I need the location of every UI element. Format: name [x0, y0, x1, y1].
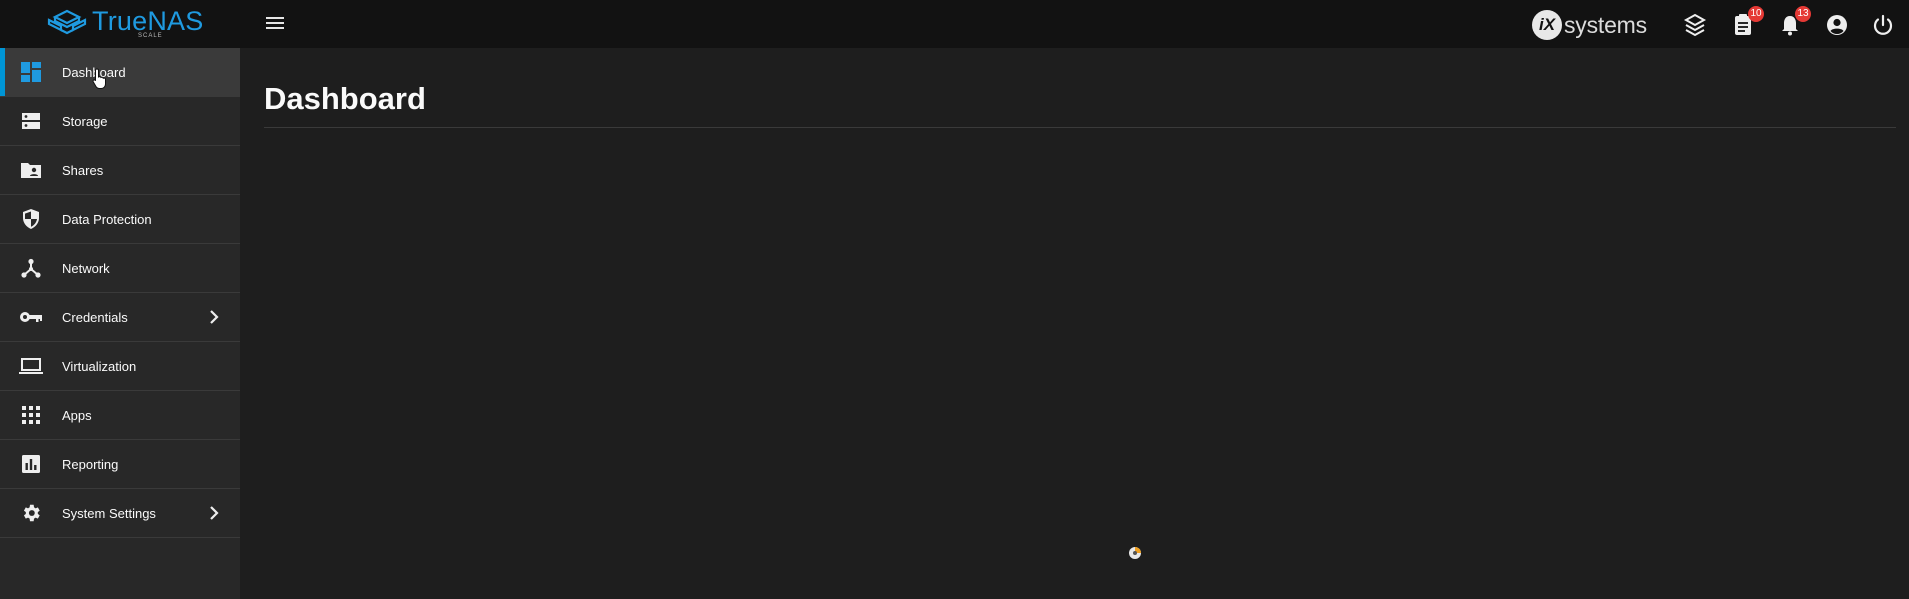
laptop-icon — [19, 354, 43, 378]
sidebar-item-virtualization[interactable]: Virtualization — [0, 342, 240, 391]
ix-logo-mark: iX — [1532, 10, 1562, 40]
key-icon — [19, 305, 43, 329]
shield-icon — [19, 207, 43, 231]
sidebar-item-label: Credentials — [62, 309, 128, 325]
ix-logo-text: systems — [1564, 11, 1647, 38]
sidebar-nav: Dashboard Storage Shares Data Protection… — [0, 48, 240, 599]
apps-grid-icon — [19, 403, 43, 427]
sidebar-item-reporting[interactable]: Reporting — [0, 440, 240, 489]
sidebar-item-label: Shares — [62, 162, 104, 178]
sidebar-item-credentials[interactable]: Credentials — [0, 293, 240, 342]
task-count-badge: 10 — [1748, 6, 1764, 22]
alert-count-badge: 13 — [1795, 6, 1811, 22]
loading-indicator-icon — [1129, 547, 1141, 559]
sidebar-item-apps[interactable]: Apps — [0, 391, 240, 440]
mouse-cursor-icon — [92, 68, 106, 89]
ixsystems-logo[interactable]: iX systems — [1532, 10, 1647, 40]
sidebar-item-label: Network — [62, 260, 110, 276]
account-icon[interactable] — [1824, 12, 1850, 38]
power-icon[interactable] — [1870, 12, 1896, 38]
sidebar-item-system-settings[interactable]: System Settings — [0, 489, 240, 538]
sidebar-item-label: Storage — [62, 113, 108, 129]
alerts-bell-icon[interactable]: 13 — [1777, 6, 1811, 38]
shares-folder-icon — [19, 158, 43, 182]
sidebar-item-label: System Settings — [62, 505, 156, 521]
dashboard-icon — [19, 60, 43, 84]
truenas-logo[interactable]: TrueNAS SCALE — [46, 8, 203, 42]
sidebar-item-data-protection[interactable]: Data Protection — [0, 195, 240, 244]
truecommand-icon[interactable] — [1682, 12, 1708, 38]
sidebar-item-label: Apps — [62, 407, 92, 423]
network-icon — [19, 256, 43, 280]
sidebar-item-label: Data Protection — [62, 211, 152, 227]
sidebar-item-shares[interactable]: Shares — [0, 146, 240, 195]
sidebar-item-label: Reporting — [62, 456, 119, 472]
truenas-logo-icon — [47, 9, 87, 35]
hamburger-menu-icon[interactable] — [264, 14, 286, 34]
chevron-right-icon — [210, 310, 219, 324]
page-title: Dashboard — [264, 81, 426, 116]
title-divider — [264, 127, 1896, 128]
gear-icon — [19, 501, 43, 525]
sidebar-item-label: Virtualization — [62, 358, 137, 374]
task-manager-icon[interactable]: 10 — [1730, 6, 1764, 38]
sidebar-item-network[interactable]: Network — [0, 244, 240, 293]
storage-icon — [19, 109, 43, 133]
sidebar-item-storage[interactable]: Storage — [0, 97, 240, 146]
top-toolbar: TrueNAS SCALE iX systems 10 13 — [0, 0, 1909, 48]
brand-name: TrueNAS — [92, 6, 204, 36]
main-content: Dashboard — [240, 48, 1909, 599]
chevron-right-icon — [210, 506, 219, 520]
sidebar-item-dashboard[interactable]: Dashboard — [0, 48, 240, 97]
reporting-chart-icon — [19, 452, 43, 476]
